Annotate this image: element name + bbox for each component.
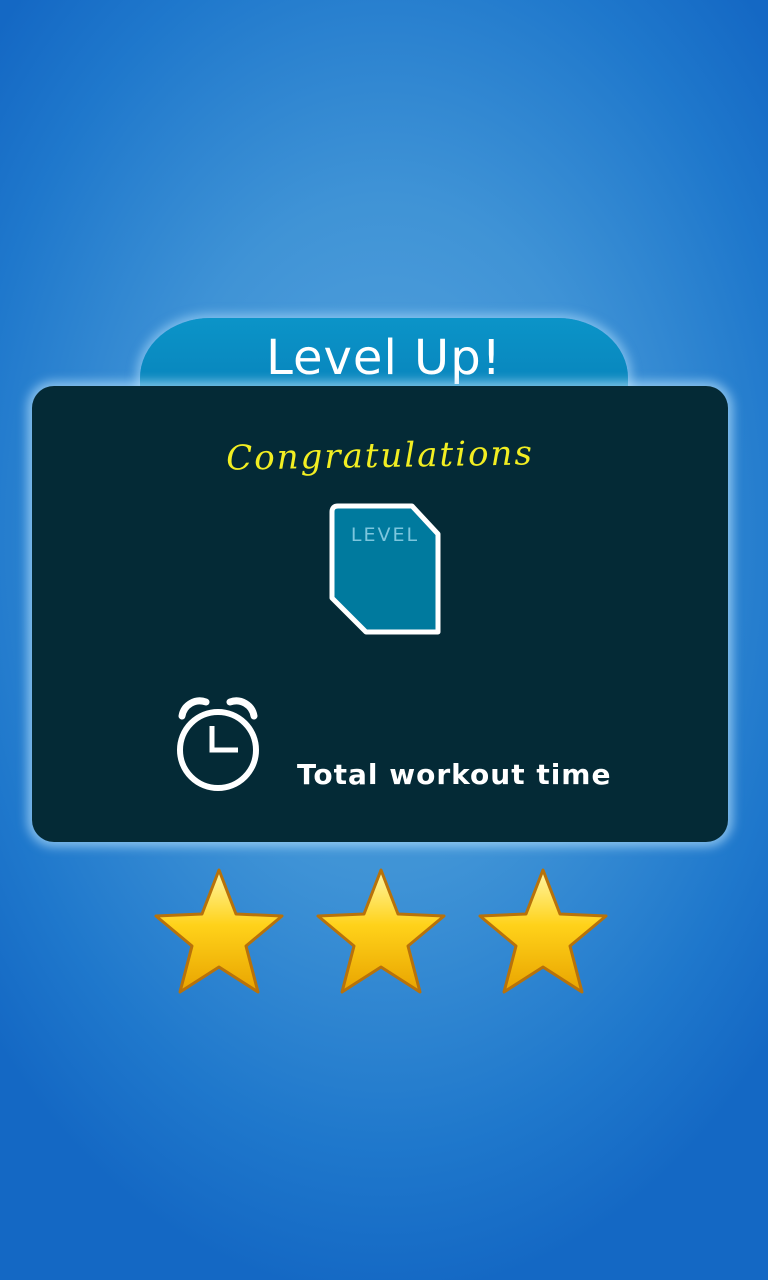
star-icon-2	[314, 866, 448, 998]
total-workout-time-label: Total workout time	[297, 758, 612, 791]
alarm-clock-icon	[172, 692, 264, 792]
level-badge-icon: LEVEL	[326, 500, 444, 640]
congratulations-text: Congratulations	[225, 433, 535, 479]
star-icon-3	[476, 866, 610, 998]
star-icon-1	[152, 866, 286, 998]
level-badge-label: LEVEL	[350, 524, 420, 546]
level-up-card: Congratulations LEVEL Total workout time	[32, 386, 728, 842]
level-up-title: Level Up!	[266, 330, 502, 386]
